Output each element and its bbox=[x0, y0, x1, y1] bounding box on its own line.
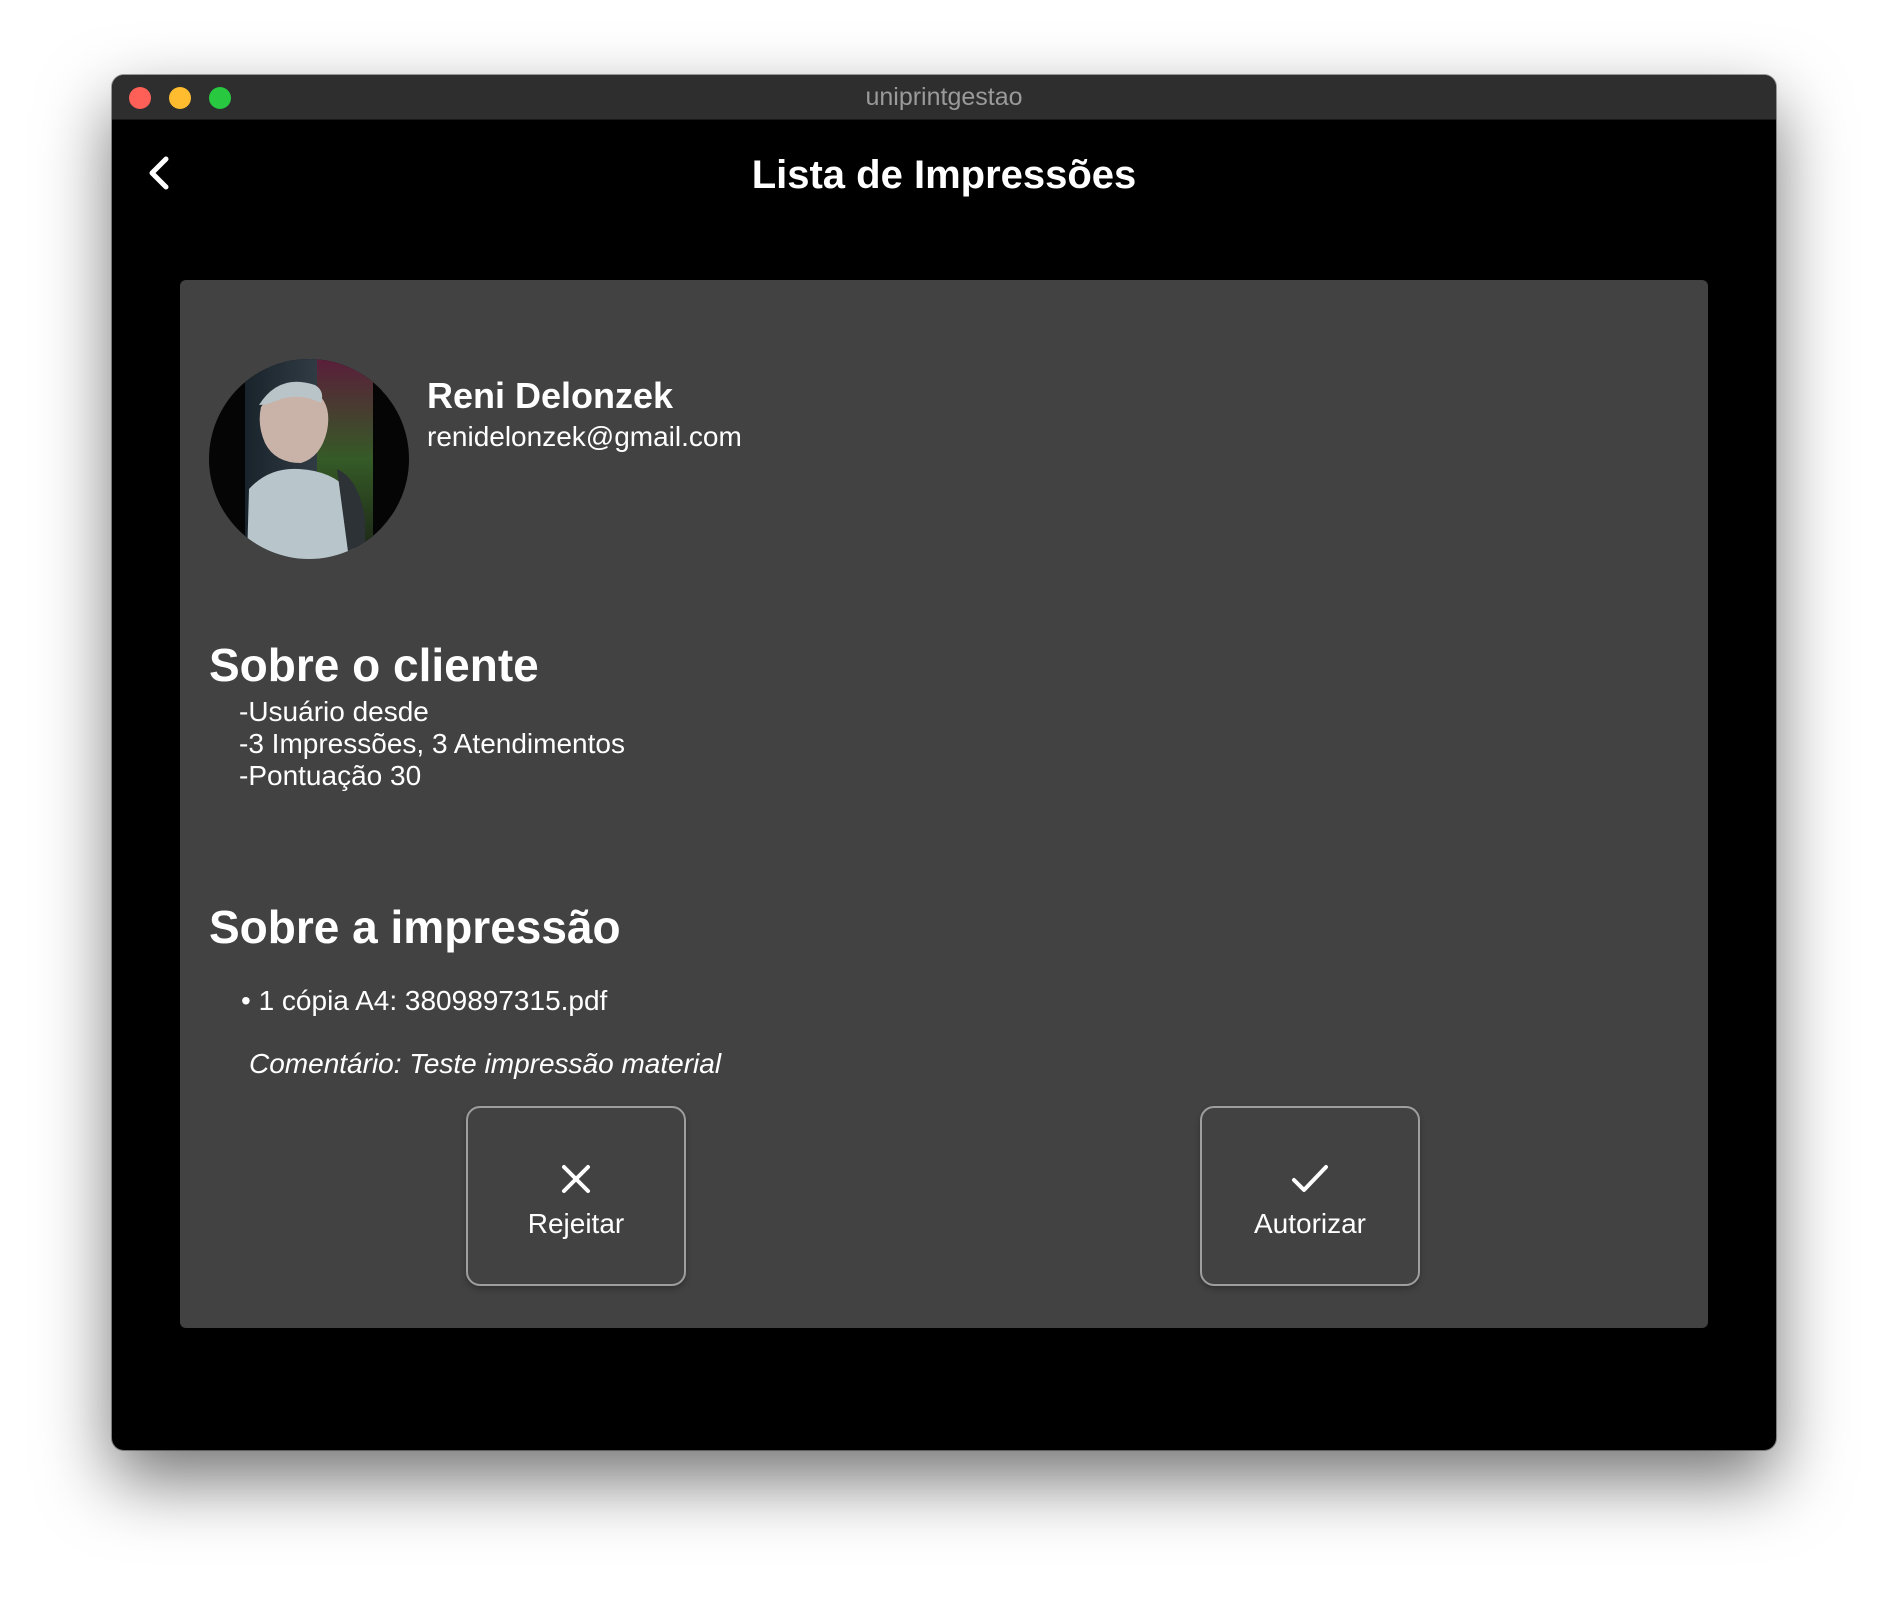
close-icon bbox=[562, 1165, 590, 1193]
window-title: uniprintgestao bbox=[865, 83, 1023, 111]
avatar bbox=[209, 359, 409, 559]
app-window: uniprintgestao Lista de Impressões Reni … bbox=[112, 75, 1776, 1450]
page-title: Lista de Impressões bbox=[751, 153, 1137, 197]
check-icon bbox=[1292, 1165, 1328, 1192]
client-email: renidelonzek@gmail.com bbox=[427, 421, 742, 452]
reject-button[interactable]: Rejeitar bbox=[466, 1106, 686, 1286]
authorize-button-label: Autorizar bbox=[1253, 1208, 1367, 1239]
print-request-card: Reni Delonzek renidelonzek@gmail.com Sob… bbox=[180, 280, 1708, 1328]
authorize-button[interactable]: Autorizar bbox=[1200, 1106, 1420, 1286]
reject-button-label: Rejeitar bbox=[527, 1208, 625, 1239]
client-info-line: -3 Impressões, 3 Atendimentos bbox=[239, 728, 625, 759]
client-info-line: -Usuário desde bbox=[239, 696, 429, 727]
app-bar: Lista de Impressões bbox=[112, 119, 1776, 239]
about-client-heading: Sobre o cliente bbox=[209, 639, 539, 691]
title-bar: uniprintgestao bbox=[112, 75, 1776, 120]
print-comment: Comentário: Teste impressão material bbox=[249, 1048, 722, 1079]
print-file-item: • 1 cópia A4: 3809897315.pdf bbox=[241, 985, 608, 1016]
client-info-line: -Pontuação 30 bbox=[239, 760, 422, 791]
client-name: Reni Delonzek bbox=[427, 375, 674, 416]
about-print-heading: Sobre a impressão bbox=[209, 901, 621, 953]
